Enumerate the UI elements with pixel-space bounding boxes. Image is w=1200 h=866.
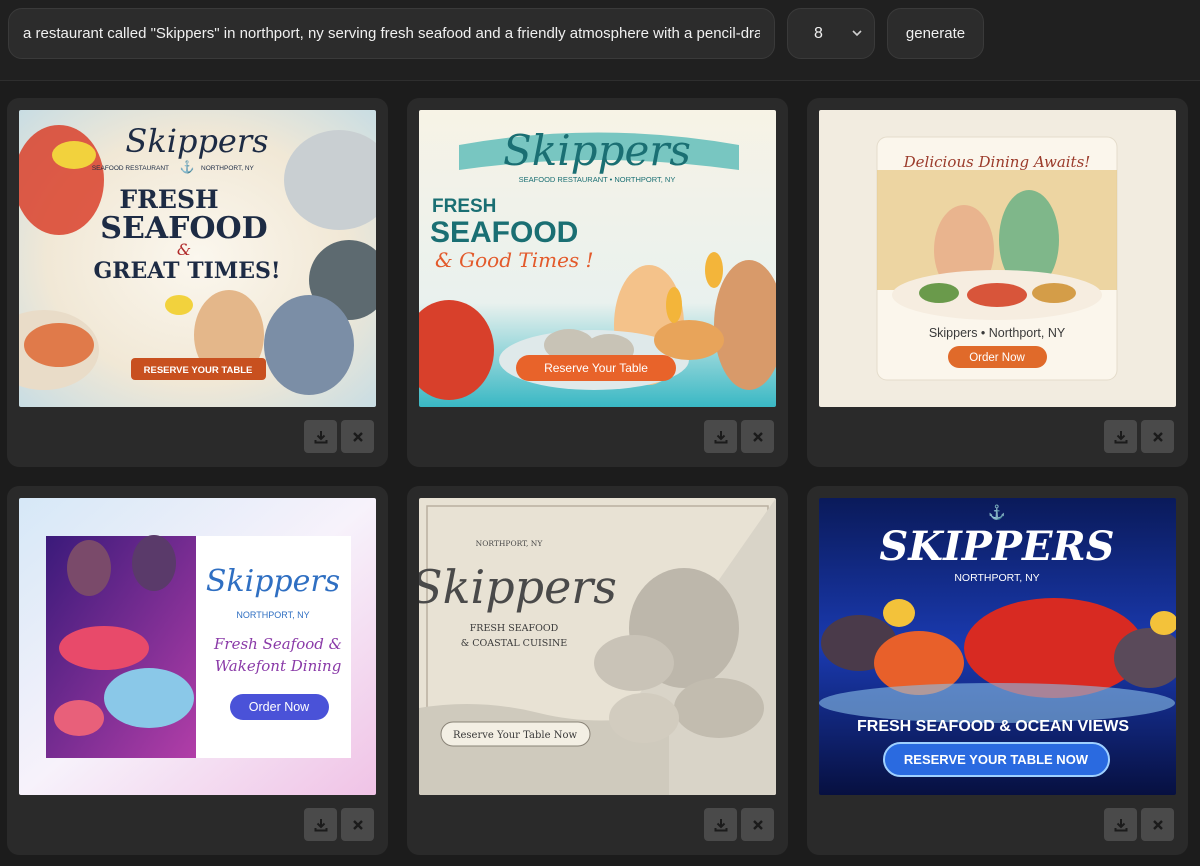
headline-amp: & <box>177 240 191 259</box>
delete-button[interactable] <box>341 420 374 453</box>
reserve-button-label: RESERVE YOUR TABLE NOW <box>904 752 1089 767</box>
generated-image[interactable]: Skippers NORTHPORT, NY Fresh Seafood & W… <box>19 498 376 795</box>
location: NORTHPORT, NY <box>236 610 309 620</box>
image-grid: Skippers SEAFOOD RESTAURANT NORTHPORT, N… <box>7 98 1188 855</box>
image-card: Skippers NORTHPORT, NY Fresh Seafood & W… <box>7 486 388 855</box>
reserve-button-label: RESERVE YOUR TABLE <box>144 365 253 376</box>
download-button[interactable] <box>704 420 737 453</box>
image-card: Skippers SEAFOOD RESTAURANT NORTHPORT, N… <box>7 98 388 467</box>
download-icon <box>314 430 327 443</box>
download-icon <box>714 430 727 443</box>
tagline-line1: FRESH SEAFOOD <box>470 623 559 634</box>
tagline-line2: & COASTAL CUISINE <box>461 638 568 649</box>
brand-title: Skippers <box>503 126 691 175</box>
download-button[interactable] <box>704 808 737 841</box>
close-icon <box>352 431 363 442</box>
image-card: Delicious Dining Awaits! Skippers • Nort… <box>807 98 1188 467</box>
generated-image[interactable]: Delicious Dining Awaits! Skippers • Nort… <box>819 110 1176 407</box>
download-icon <box>714 818 727 831</box>
headline-line2: SEAFOOD <box>430 216 578 249</box>
count-value: 8 <box>814 25 823 42</box>
download-button[interactable] <box>1104 420 1137 453</box>
generated-image[interactable]: NORTHPORT, NY Skippers FRESH SEAFOOD & C… <box>419 498 776 795</box>
order-button-label: Order Now <box>969 352 1025 364</box>
download-icon <box>1114 430 1127 443</box>
headline-line1: FRESH <box>432 196 496 217</box>
brand-title: SKIPPERS <box>879 523 1114 570</box>
card-actions <box>704 420 774 453</box>
count-select[interactable]: 8 <box>787 8 875 59</box>
card-actions <box>704 808 774 841</box>
close-icon <box>752 431 763 442</box>
headline: FRESH SEAFOOD & OCEAN VIEWS <box>857 718 1129 735</box>
delete-button[interactable] <box>1141 420 1174 453</box>
prompt-input[interactable] <box>8 8 775 59</box>
card-actions <box>1104 808 1174 841</box>
delete-button[interactable] <box>1141 808 1174 841</box>
delete-button[interactable] <box>741 420 774 453</box>
subtitle: SEAFOOD RESTAURANT <box>92 165 169 172</box>
close-icon <box>352 819 363 830</box>
reserve-button-label: Reserve Your Table <box>544 361 648 375</box>
tagline-line1: Fresh Seafood & <box>213 635 342 653</box>
image-card: Skippers SEAFOOD RESTAURANT • NORTHPORT,… <box>407 98 788 467</box>
image-card: NORTHPORT, NY Skippers FRESH SEAFOOD & C… <box>407 486 788 855</box>
download-icon <box>314 818 327 831</box>
chevron-down-icon <box>852 30 862 37</box>
location: NORTHPORT, NY <box>476 539 544 548</box>
brand-title: Skippers <box>419 560 617 614</box>
close-icon <box>1152 819 1163 830</box>
card-actions <box>304 420 374 453</box>
card-actions <box>1104 420 1174 453</box>
brand-title: Skippers <box>125 122 268 160</box>
reserve-button: Reserve Your Table <box>516 355 676 381</box>
close-icon <box>1152 431 1163 442</box>
reserve-button: RESERVE YOUR TABLE <box>131 358 266 380</box>
generated-image[interactable]: ⚓ SKIPPERS NORTHPORT, NY FRESH SEAFOOD &… <box>819 498 1176 795</box>
location: NORTHPORT, NY <box>201 165 255 172</box>
card-actions <box>304 808 374 841</box>
headline-line3: GREAT TIMES! <box>93 258 280 284</box>
order-button: Order Now <box>948 346 1047 368</box>
anchor-icon: ⚓ <box>180 160 195 174</box>
download-icon <box>1114 818 1127 831</box>
headline: Delicious Dining Awaits! <box>903 153 1091 171</box>
headline-line3: & Good Times ! <box>435 248 594 272</box>
tagline-line2: Wakefont Dining <box>215 657 342 675</box>
anchor-icon: ⚓ <box>988 504 1005 521</box>
location: Skippers • Northport, NY <box>929 326 1066 340</box>
toolbar: 8 generate <box>0 0 1200 81</box>
reserve-button: RESERVE YOUR TABLE NOW <box>883 742 1110 777</box>
generated-image[interactable]: Skippers SEAFOOD RESTAURANT NORTHPORT, N… <box>19 110 376 407</box>
delete-button[interactable] <box>741 808 774 841</box>
reserve-button: Reserve Your Table Now <box>440 721 591 747</box>
order-button-label: Order Now <box>249 700 310 714</box>
location: NORTHPORT, NY <box>954 572 1039 584</box>
image-card: ⚓ SKIPPERS NORTHPORT, NY FRESH SEAFOOD &… <box>807 486 1188 855</box>
download-button[interactable] <box>304 808 337 841</box>
generated-image[interactable]: Skippers SEAFOOD RESTAURANT • NORTHPORT,… <box>419 110 776 407</box>
download-button[interactable] <box>304 420 337 453</box>
close-icon <box>752 819 763 830</box>
download-button[interactable] <box>1104 808 1137 841</box>
subtitle: SEAFOOD RESTAURANT • NORTHPORT, NY <box>519 175 676 184</box>
brand-title: Skippers <box>206 564 340 599</box>
headline-line1: FRESH <box>119 185 218 214</box>
reserve-button-label: Reserve Your Table Now <box>453 730 577 741</box>
generate-button[interactable]: generate <box>887 8 984 59</box>
delete-button[interactable] <box>341 808 374 841</box>
order-button: Order Now <box>230 694 329 720</box>
